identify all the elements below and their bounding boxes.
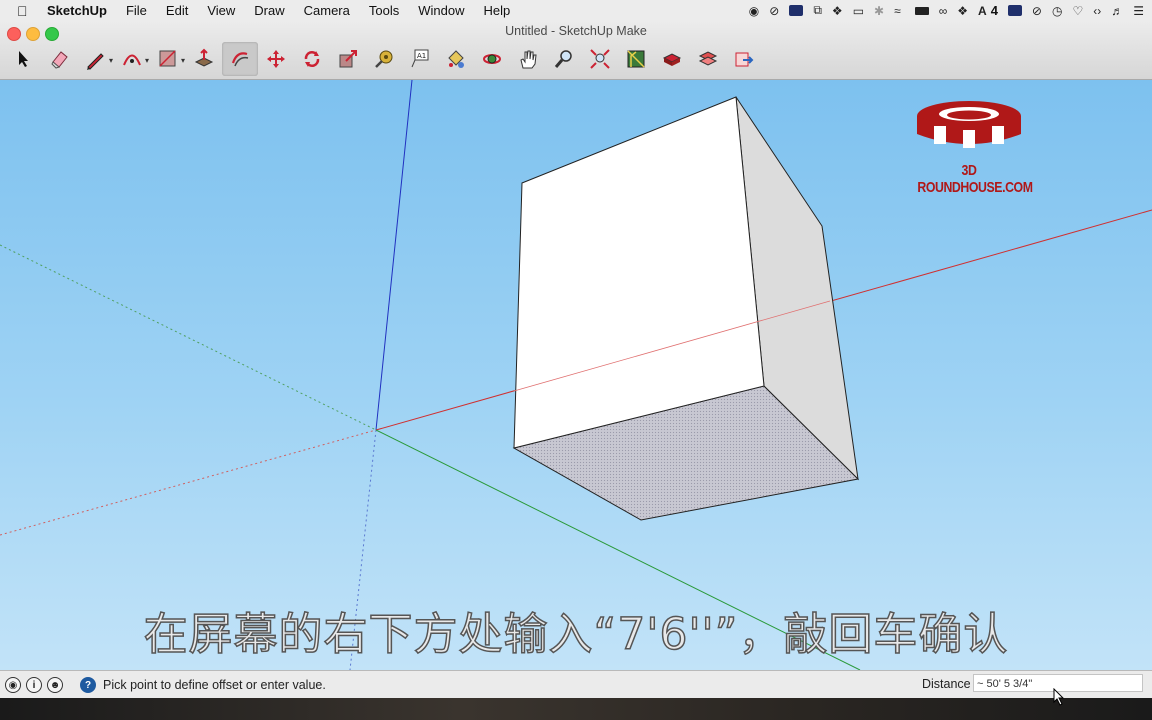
red-axis-dotted-line (0, 429, 377, 536)
video-subtitle: 在屏幕的右下方处输入“7'6''”，敲回车确认 (143, 608, 1009, 661)
menu-edit[interactable]: Edit (166, 3, 188, 18)
logo-wordmark: 3D ROUNDHOUSE.COM (917, 162, 1033, 196)
text-tool-button[interactable]: A1 (402, 42, 438, 76)
orbit-icon (483, 54, 501, 64)
menu-help[interactable]: Help (483, 3, 510, 18)
extension-icon (662, 53, 682, 66)
time-machine-icon[interactable]: ◷ (1052, 0, 1062, 21)
chevron-down-icon: ▾ (180, 56, 185, 65)
battery-icon[interactable] (914, 6, 929, 15)
3d-warehouse-button[interactable] (618, 42, 654, 76)
box-front-face[interactable] (513, 96, 765, 449)
eraser-tool-button[interactable] (42, 42, 78, 76)
pan-tool-button[interactable] (510, 42, 546, 76)
app-square-icon[interactable] (789, 5, 804, 16)
help-icon[interactable]: ? (80, 677, 96, 693)
credits-icon[interactable]: i (26, 677, 42, 693)
sync-icon[interactable]: ⊘ (769, 0, 779, 21)
menu-draw[interactable]: Draw (254, 3, 284, 18)
tape-measure-icon (375, 50, 393, 68)
window-title: Untitled - SketchUp Make (505, 24, 647, 38)
volume-icon[interactable]: ♬ (1111, 0, 1123, 21)
svg-text:A1: A1 (417, 52, 426, 60)
line-tool-button[interactable]: ▾ (78, 42, 114, 76)
send-to-layout-button[interactable] (726, 42, 762, 76)
zoom-extents-icon (590, 49, 610, 69)
menu-window[interactable]: Window (418, 3, 464, 18)
scale-tool-button[interactable] (330, 42, 366, 76)
menu-tools[interactable]: Tools (369, 3, 399, 18)
paint-bucket-icon (448, 50, 464, 68)
layout-button[interactable] (690, 42, 726, 76)
offset-icon (231, 52, 249, 67)
select-arrow-icon (19, 51, 28, 67)
scale-icon (339, 50, 357, 68)
rotate-icon (304, 51, 320, 67)
green-axis-dotted-line (0, 244, 377, 431)
push-pull-tool-button[interactable] (186, 42, 222, 76)
orbit-tool-button[interactable] (474, 42, 510, 76)
chevron-down-icon: ▾ (144, 56, 149, 65)
hand-icon (520, 50, 537, 69)
creative-cloud-icon[interactable]: ∞ (939, 0, 948, 21)
chevron-down-icon: ▾ (108, 56, 113, 65)
zoom-tool-button[interactable] (546, 42, 582, 76)
bluetooth-icon[interactable]: ✱ (874, 0, 884, 21)
app-square-2-icon[interactable] (1007, 5, 1022, 16)
airplay-icon[interactable]: ▭ (853, 0, 864, 21)
apple-icon[interactable]:  (17, 3, 31, 19)
wifi-icon[interactable]: ≈ (894, 0, 901, 21)
move-icon (267, 50, 285, 68)
offset-tool-button[interactable] (222, 42, 258, 76)
3d-roundhouse-logo: 3D ROUNDHOUSE.COM (906, 94, 1033, 196)
arc-tool-button[interactable]: ▾ (114, 42, 150, 76)
dropbox-icon[interactable]: ❖ (832, 0, 843, 21)
paint-bucket-tool-button[interactable] (438, 42, 474, 76)
status-message: Pick point to define offset or enter val… (103, 678, 326, 692)
rectangle-icon (159, 50, 176, 67)
model-viewport[interactable]: 3D ROUNDHOUSE.COM 在屏幕的右下方处输入“7'6''”，敲回车确… (0, 80, 1152, 670)
select-tool-button[interactable] (6, 42, 42, 76)
dropbox-alt-icon[interactable]: ❖ (957, 0, 968, 21)
user-account-icon[interactable]: ☻ (47, 677, 63, 693)
rectangle-tool-button[interactable]: ▾ (150, 42, 186, 76)
extension-warehouse-button[interactable] (654, 42, 690, 76)
adobe-icon[interactable]: A (978, 0, 987, 21)
geo-location-icon[interactable]: ◉ (5, 677, 21, 693)
menu-camera[interactable]: Camera (304, 3, 350, 18)
status-bar: ◉ i ☻ ? Pick point to define offset or e… (0, 670, 1152, 699)
desktop-background-strip (0, 698, 1152, 720)
windows-icon[interactable]: ⧉ (813, 0, 822, 21)
move-tool-button[interactable] (258, 42, 294, 76)
mouse-cursor-icon (1053, 688, 1065, 706)
main-toolbar: ▾ ▾ ▾ A1 (6, 41, 762, 77)
roundhouse-emblem-icon (917, 101, 1021, 148)
magnifier-icon (554, 50, 572, 68)
push-pull-icon (194, 48, 214, 67)
adobe-badge-count: 4 (990, 3, 998, 18)
menu-sketchup[interactable]: SketchUp (47, 3, 107, 18)
circle-icon[interactable]: ⊘ (1032, 0, 1042, 21)
rotate-tool-button[interactable] (294, 42, 330, 76)
warehouse-icon (627, 50, 645, 68)
menubar-status-area: ◉ ⊘ ⧉ ❖ ▭ ✱ ≈ ∞ ❖ A 4 ⊘ ◷ ♡ ‹› ♬ ☰ (739, 0, 1152, 21)
menu-file[interactable]: File (126, 3, 147, 18)
mac-menubar:  SketchUp File Edit View Draw Camera To… (0, 0, 1152, 22)
menu-view[interactable]: View (207, 3, 235, 18)
list-menu-icon[interactable]: ☰ (1133, 0, 1144, 21)
eraser-icon (51, 51, 68, 69)
arc-icon (123, 54, 141, 66)
tape-measure-tool-button[interactable] (366, 42, 402, 76)
blue-axis-line (375, 80, 413, 431)
window-chrome: Untitled - SketchUp Make ▾ ▾ ▾ A1 (0, 21, 1152, 80)
layout-icon (698, 51, 718, 66)
zoom-extents-tool-button[interactable] (582, 42, 618, 76)
text-label-icon: A1 (411, 49, 429, 68)
pencil-icon (87, 53, 104, 70)
record-icon[interactable]: ◉ (749, 0, 759, 21)
code-icon[interactable]: ‹› (1093, 0, 1101, 21)
measurements-label: Distance (922, 677, 971, 691)
send-to-layout-icon (735, 52, 754, 67)
vpn-icon[interactable]: ♡ (1072, 0, 1083, 21)
